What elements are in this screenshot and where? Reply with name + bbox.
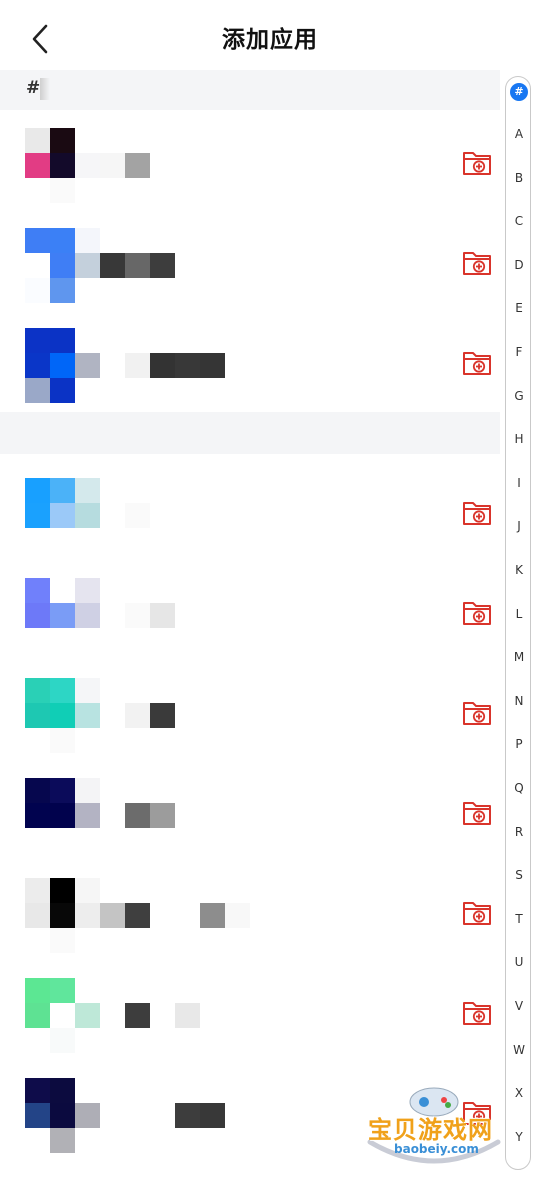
app-name-redacted xyxy=(100,803,175,828)
page-title: 添加应用 xyxy=(222,27,318,53)
app-icon xyxy=(25,328,100,403)
index-item-p[interactable]: P xyxy=(506,735,532,753)
index-item-s[interactable]: S xyxy=(506,866,532,884)
app-icon xyxy=(25,978,100,1053)
add-to-folder-icon[interactable] xyxy=(462,1098,492,1128)
index-item-t[interactable]: T xyxy=(506,910,532,928)
app-name-redacted xyxy=(100,153,150,178)
app-icon xyxy=(25,878,100,953)
app-list-item[interactable] xyxy=(0,663,500,763)
app-name-redacted xyxy=(100,1103,225,1128)
index-item-l[interactable]: L xyxy=(506,605,532,623)
index-item-h[interactable]: H xyxy=(506,430,532,448)
app-list-item[interactable] xyxy=(0,1063,500,1163)
app-icon xyxy=(25,478,100,553)
index-item-v[interactable]: V xyxy=(506,997,532,1015)
index-item-b[interactable]: B xyxy=(506,169,532,187)
index-item-c[interactable]: C xyxy=(506,212,532,230)
header-bar: 添加应用 xyxy=(0,0,540,70)
app-list-item[interactable] xyxy=(0,113,500,213)
index-item-a[interactable]: A xyxy=(506,125,532,143)
app-name-redacted xyxy=(100,1003,200,1028)
app-icon xyxy=(25,228,100,303)
index-item-n[interactable]: N xyxy=(506,692,532,710)
section-label-redaction xyxy=(40,78,50,100)
index-item-e[interactable]: E xyxy=(506,299,532,317)
add-to-folder-icon[interactable] xyxy=(462,998,492,1028)
app-icon xyxy=(25,678,100,753)
app-list-item[interactable] xyxy=(0,763,500,863)
index-item-x[interactable]: X xyxy=(506,1084,532,1102)
index-item-d[interactable]: D xyxy=(506,256,532,274)
app-list-item[interactable] xyxy=(0,563,500,663)
index-item-w[interactable]: W xyxy=(506,1041,532,1059)
index-item-j[interactable]: J xyxy=(506,517,532,535)
app-name-redacted xyxy=(100,903,250,928)
add-to-folder-icon[interactable] xyxy=(462,698,492,728)
app-icon xyxy=(25,1078,100,1153)
index-item-active[interactable]: # xyxy=(510,83,528,101)
add-to-folder-icon[interactable] xyxy=(462,898,492,928)
section-header-hash: # xyxy=(0,70,500,110)
section-header-blurred xyxy=(0,412,500,454)
add-to-folder-icon[interactable] xyxy=(462,798,492,828)
add-to-folder-icon[interactable] xyxy=(462,598,492,628)
app-icon xyxy=(25,578,100,653)
app-name-redacted xyxy=(100,503,150,528)
index-item-y[interactable]: Y xyxy=(506,1128,532,1146)
add-to-folder-icon[interactable] xyxy=(462,148,492,178)
app-name-redacted xyxy=(100,253,175,278)
app-name-redacted xyxy=(100,353,225,378)
app-icon xyxy=(25,128,100,203)
add-to-folder-icon[interactable] xyxy=(462,348,492,378)
index-item-u[interactable]: U xyxy=(506,953,532,971)
app-list-item[interactable] xyxy=(0,213,500,313)
app-list-item[interactable] xyxy=(0,963,500,1063)
app-list-item[interactable] xyxy=(0,863,500,963)
alphabet-index-bar[interactable]: # A B C D E F G H I J K L M N P Q R S T U V W X Y xyxy=(505,76,531,1170)
index-item-m[interactable]: M xyxy=(506,648,532,666)
index-item-i[interactable]: I xyxy=(506,474,532,492)
app-icon xyxy=(25,778,100,853)
index-item-r[interactable]: R xyxy=(506,823,532,841)
index-item-g[interactable]: G xyxy=(506,387,532,405)
app-name-redacted xyxy=(100,703,175,728)
app-list-item[interactable] xyxy=(0,463,500,563)
index-item-f[interactable]: F xyxy=(506,343,532,361)
index-item-q[interactable]: Q xyxy=(506,779,532,797)
section-label: # xyxy=(26,78,41,98)
add-to-folder-icon[interactable] xyxy=(462,248,492,278)
app-list-item[interactable] xyxy=(0,313,500,413)
index-item-k[interactable]: K xyxy=(506,561,532,579)
add-to-folder-icon[interactable] xyxy=(462,498,492,528)
app-name-redacted xyxy=(100,603,175,628)
